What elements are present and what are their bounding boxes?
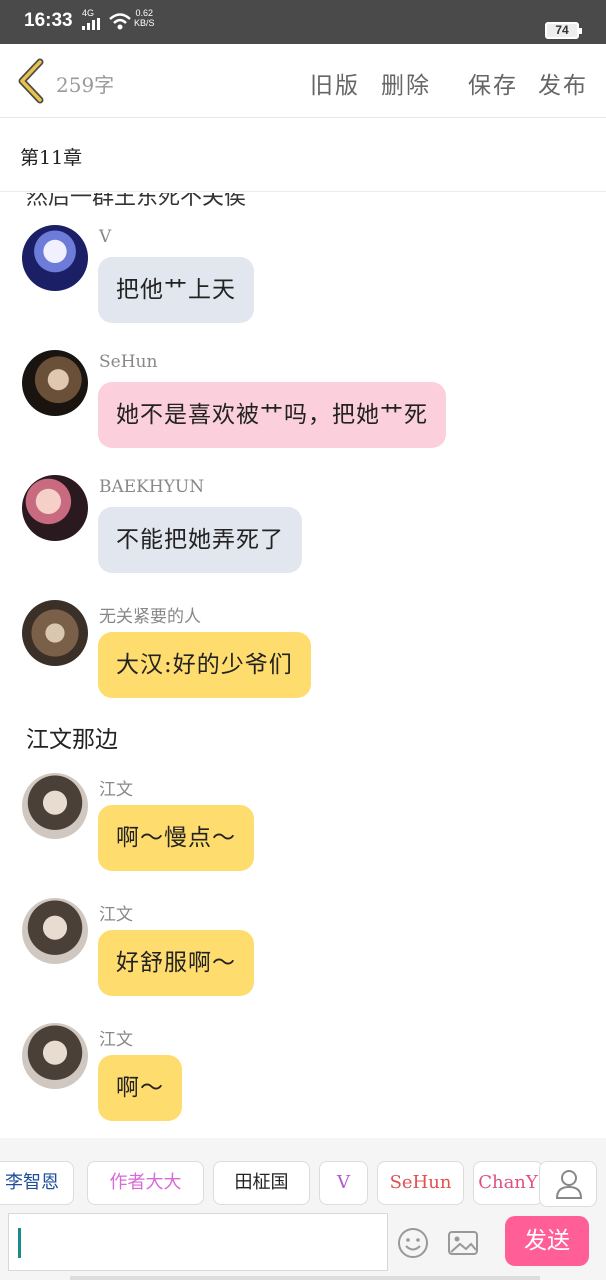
avatar[interactable] (22, 475, 88, 541)
message-bubble[interactable]: 啊～慢点～ (98, 805, 254, 871)
message-bubble[interactable]: 把他艹上天 (98, 257, 254, 323)
emoji-icon[interactable] (396, 1226, 430, 1260)
user-icon (555, 1170, 583, 1199)
image-icon[interactable] (446, 1226, 480, 1260)
avatar[interactable] (22, 225, 88, 291)
network-indicator: 4G (82, 8, 100, 30)
avatar[interactable] (22, 773, 88, 839)
speaker-name: 江文 (99, 905, 133, 925)
network-speed: 0.62 KB/S (134, 8, 155, 28)
speaker-name: 无关紧要的人 (99, 607, 201, 627)
editor-topbar: 259字 旧版 删除 保存 发布 (0, 44, 606, 118)
message-bubble[interactable]: 大汉:好的少爷们 (98, 632, 311, 698)
message-bubble[interactable]: 不能把她弄死了 (98, 507, 302, 573)
message-input[interactable] (8, 1213, 388, 1271)
chapter-bar[interactable]: 第11章 (0, 118, 606, 192)
character-chip[interactable]: SeHun (377, 1161, 464, 1205)
speaker-name: 江文 (99, 1030, 133, 1050)
partial-narration: 然后一群王东死不关侯 (26, 193, 247, 210)
battery-indicator: 74 (545, 22, 582, 39)
wifi-icon (109, 13, 131, 30)
save-button[interactable]: 保存 (468, 66, 518, 100)
message-bubble[interactable]: 她不是喜欢被艹吗，把她艹死 (98, 382, 446, 448)
character-chip[interactable]: 田柾国 (213, 1161, 310, 1205)
avatar[interactable] (22, 1023, 88, 1089)
message-bubble[interactable]: 啊～ (98, 1055, 182, 1121)
word-count: 259字 (56, 73, 115, 97)
avatar[interactable] (22, 898, 88, 964)
avatar[interactable] (22, 600, 88, 666)
character-chip[interactable]: ChanY (473, 1161, 543, 1205)
back-arrow-icon[interactable] (14, 58, 50, 104)
send-button[interactable]: 发送 (505, 1216, 589, 1266)
character-chip[interactable]: 李智恩 (0, 1161, 74, 1205)
old-version-button[interactable]: 旧版 (310, 66, 360, 100)
network-type: 4G (82, 8, 95, 18)
status-bar: 16:33 4G 0.62 KB/S 74 (0, 0, 606, 44)
speed-unit: KB/S (134, 18, 155, 28)
avatar[interactable] (22, 350, 88, 416)
status-time: 16:33 (24, 10, 73, 31)
character-selector: 李智恩 作者大大 田柾国 V SeHun ChanY (0, 1138, 606, 1208)
text-caret (18, 1228, 21, 1258)
chat-area[interactable]: 然后一群王东死不关侯 V 把他艹上天 SeHun 她不是喜欢被艹吗，把她艹死 B… (0, 193, 606, 1138)
narration-text[interactable]: 江文那边 (26, 720, 118, 754)
bottom-divider (70, 1276, 540, 1280)
speaker-name: V (99, 227, 112, 247)
publish-button[interactable]: 发布 (538, 66, 588, 100)
speaker-name: 江文 (99, 780, 133, 800)
delete-button[interactable]: 删除 (381, 66, 431, 100)
input-bar: 发送 (0, 1208, 606, 1280)
signal-icon (82, 18, 100, 30)
message-bubble[interactable]: 好舒服啊～ (98, 930, 254, 996)
speaker-name: SeHun (99, 352, 158, 372)
character-chip[interactable]: 作者大大 (87, 1161, 204, 1205)
character-chip[interactable]: V (319, 1161, 368, 1205)
speaker-name: BAEKHYUN (99, 477, 205, 497)
speed-value: 0.62 (135, 8, 154, 18)
chapter-title: 第11章 (20, 147, 83, 169)
manage-characters-button[interactable] (539, 1161, 597, 1207)
